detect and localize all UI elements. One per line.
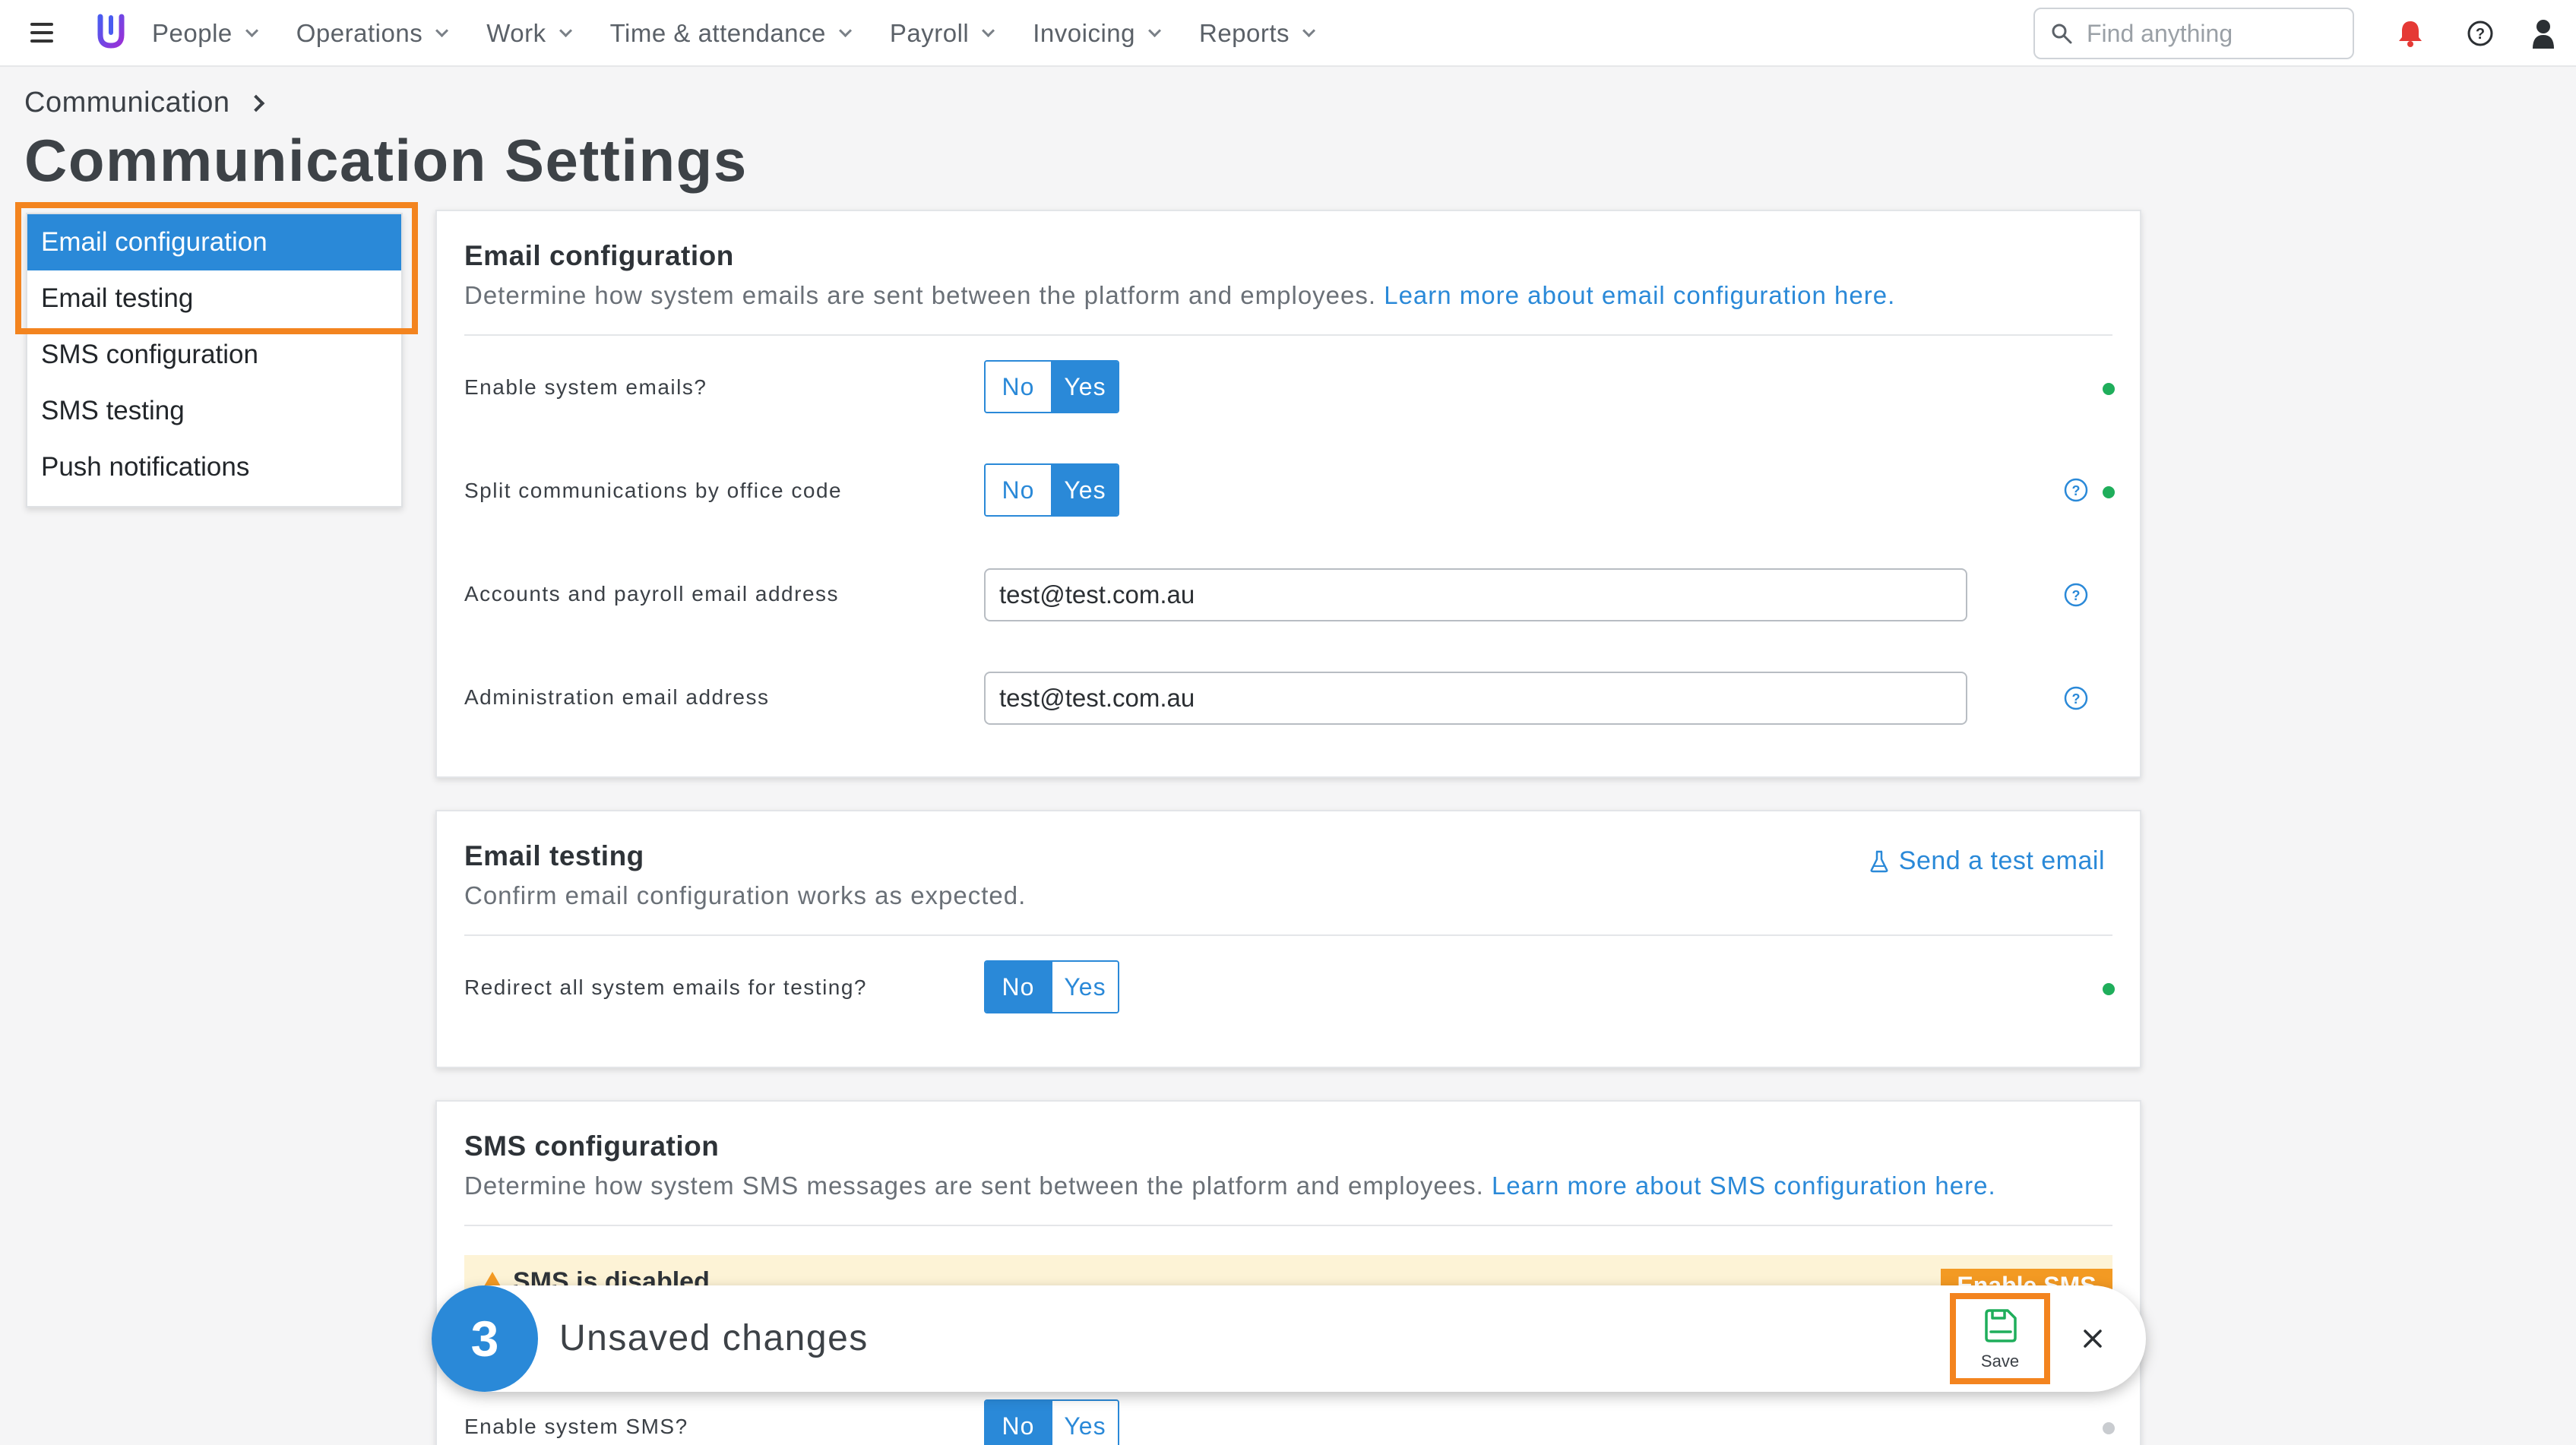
- toggle-yes-option[interactable]: Yes: [1052, 962, 1118, 1012]
- nav-operations[interactable]: Operations: [296, 0, 449, 67]
- sidebar-item-sms-testing[interactable]: SMS testing: [27, 383, 401, 439]
- svg-text:?: ?: [2072, 483, 2081, 498]
- svg-text:?: ?: [2072, 691, 2081, 707]
- section-description: Determine how system emails are sent bet…: [464, 281, 1896, 309]
- toggle-no-option[interactable]: No: [986, 465, 1052, 515]
- unsaved-count-badge: 3: [432, 1285, 538, 1392]
- divider: [464, 934, 2112, 936]
- toggle-no-option[interactable]: No: [986, 1401, 1052, 1445]
- toggle-yes-option[interactable]: Yes: [1052, 1401, 1118, 1445]
- chevron-down-icon: [982, 24, 995, 37]
- accounts-email-field[interactable]: [984, 568, 1967, 621]
- page-title: Communication Settings: [24, 127, 748, 194]
- accounts-email-label: Accounts and payroll email address: [464, 582, 840, 606]
- nav-invoicing[interactable]: Invoicing: [1033, 0, 1162, 67]
- breadcrumb[interactable]: Communication: [24, 87, 264, 119]
- sidebar-item-sms-configuration[interactable]: SMS configuration: [27, 327, 401, 383]
- search-input[interactable]: Find anything: [2033, 8, 2354, 59]
- status-dot: [2103, 983, 2115, 995]
- section-title: SMS configuration: [464, 1130, 720, 1162]
- help-icon[interactable]: ?: [2464, 17, 2497, 50]
- sidebar-item-push-notifications[interactable]: Push notifications: [27, 439, 401, 495]
- help-circle-icon[interactable]: ?: [2063, 582, 2089, 608]
- redirect-emails-label: Redirect all system emails for testing?: [464, 975, 868, 999]
- chevron-down-icon: [245, 24, 258, 37]
- divider: [464, 1225, 2112, 1226]
- menu-icon[interactable]: [30, 23, 53, 43]
- chevron-down-icon: [1148, 24, 1162, 37]
- chevron-right-icon: [247, 94, 264, 112]
- status-dot: [2103, 486, 2115, 498]
- nav-payroll[interactable]: Payroll: [890, 0, 995, 67]
- search-placeholder: Find anything: [2087, 19, 2233, 47]
- toggle-yes-option[interactable]: Yes: [1052, 465, 1118, 515]
- notification-bell-icon[interactable]: [2394, 17, 2427, 50]
- chevron-down-icon: [838, 24, 852, 37]
- chevron-down-icon: [1302, 24, 1316, 37]
- sms-configuration-card: SMS configuration Determine how system S…: [435, 1100, 2141, 1445]
- enable-system-emails-toggle[interactable]: No Yes: [984, 360, 1119, 413]
- divider: [464, 334, 2112, 336]
- email-testing-card: Email testing Confirm email configuratio…: [435, 810, 2141, 1068]
- section-title: Email configuration: [464, 240, 734, 271]
- help-circle-icon[interactable]: ?: [2063, 685, 2089, 711]
- flask-icon: [1870, 850, 1888, 872]
- nav-time-attendance[interactable]: Time & attendance: [610, 0, 852, 67]
- email-configuration-card: Email configuration Determine how system…: [435, 210, 2141, 778]
- administration-email-label: Administration email address: [464, 685, 770, 709]
- nav-people[interactable]: People: [152, 0, 258, 67]
- learn-more-link[interactable]: Learn more about email configuration her…: [1384, 281, 1895, 309]
- svg-text:?: ?: [2476, 26, 2485, 43]
- app-logo[interactable]: [94, 12, 128, 50]
- redirect-emails-toggle[interactable]: No Yes: [984, 960, 1119, 1013]
- enable-system-emails-label: Enable system emails?: [464, 375, 707, 399]
- top-navigation-bar: People Operations Work Time & attendance…: [0, 0, 2576, 67]
- save-button[interactable]: Save: [1950, 1293, 2050, 1384]
- svg-text:?: ?: [2072, 588, 2081, 603]
- split-communications-label: Split communications by office code: [464, 479, 843, 502]
- status-dot: [2103, 383, 2115, 395]
- save-label: Save: [1980, 1352, 2020, 1371]
- save-icon: [1985, 1309, 2017, 1342]
- status-dot: [2103, 1422, 2115, 1434]
- nav-reports[interactable]: Reports: [1199, 0, 1316, 67]
- highlight-box: [15, 202, 418, 334]
- learn-more-link[interactable]: Learn more about SMS configuration here.: [1492, 1171, 1996, 1200]
- section-title: Email testing: [464, 840, 644, 871]
- nav-work[interactable]: Work: [486, 0, 572, 67]
- chevron-down-icon: [435, 24, 449, 37]
- help-circle-icon[interactable]: ?: [2063, 477, 2089, 503]
- toggle-no-option[interactable]: No: [986, 362, 1052, 412]
- main-nav: People Operations Work Time & attendance…: [152, 0, 1353, 67]
- section-description: Determine how system SMS messages are se…: [464, 1171, 1996, 1200]
- unsaved-changes-bar: 3 Unsaved changes Save: [432, 1285, 2146, 1392]
- enable-system-sms-label: Enable system SMS?: [464, 1415, 688, 1438]
- send-test-email-button[interactable]: Send a test email: [1869, 846, 2105, 876]
- unsaved-changes-text: Unsaved changes: [559, 1318, 869, 1358]
- section-description: Confirm email configuration works as exp…: [464, 881, 1027, 909]
- toggle-no-option[interactable]: No: [986, 962, 1052, 1012]
- split-communications-toggle[interactable]: No Yes: [984, 463, 1119, 517]
- close-icon[interactable]: [2073, 1319, 2112, 1358]
- search-icon: [2052, 24, 2072, 44]
- chevron-down-icon: [559, 24, 572, 37]
- administration-email-field[interactable]: [984, 672, 1967, 725]
- breadcrumb-link[interactable]: Communication: [24, 87, 230, 119]
- toggle-yes-option[interactable]: Yes: [1052, 362, 1118, 412]
- user-avatar-icon[interactable]: [2527, 17, 2560, 50]
- enable-system-sms-toggle[interactable]: No Yes: [984, 1399, 1119, 1445]
